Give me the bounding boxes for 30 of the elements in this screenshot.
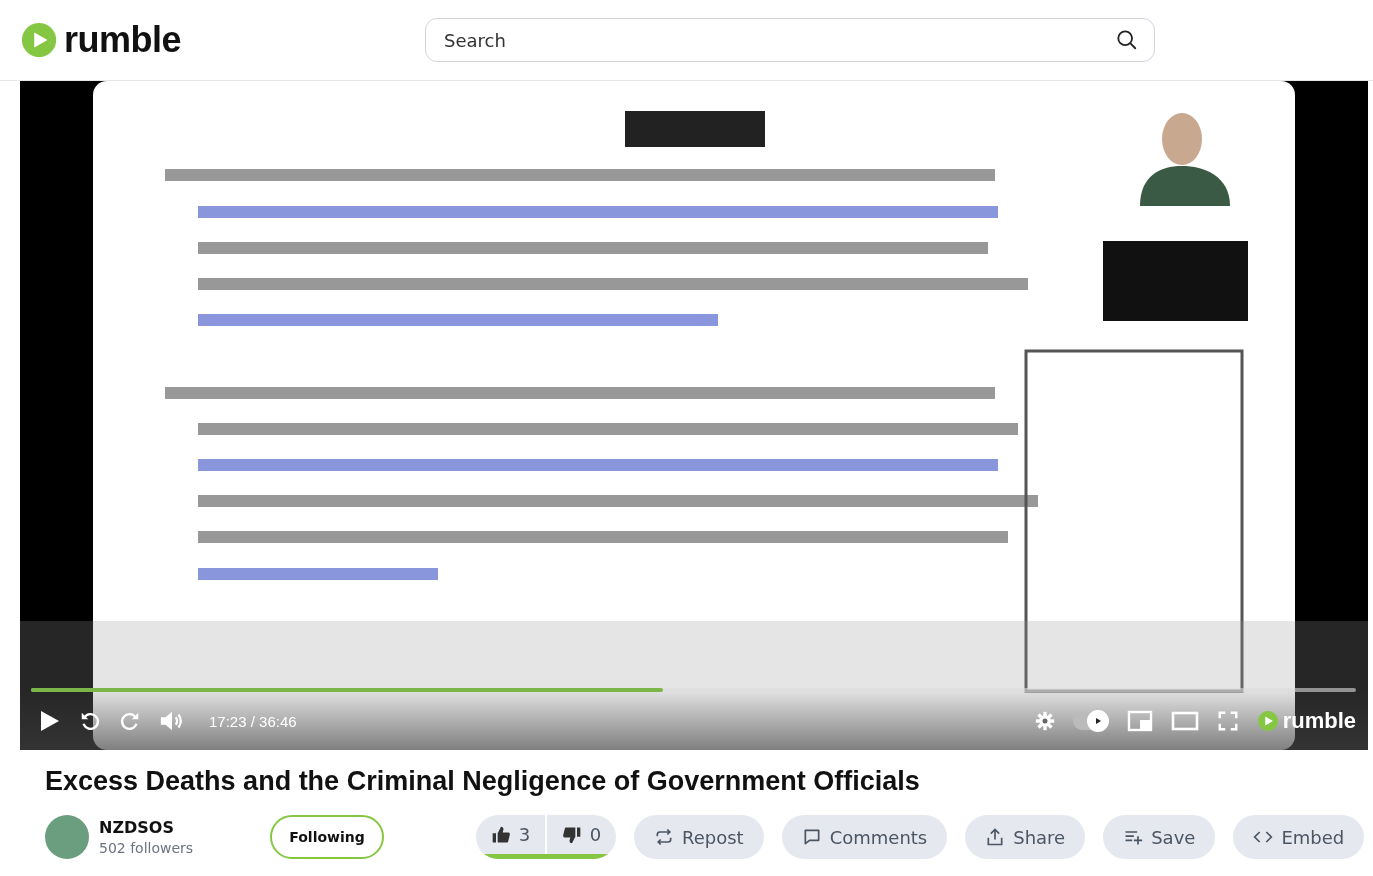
autoplay-toggle[interactable] [1072, 712, 1109, 730]
progress-bar[interactable] [31, 688, 1356, 692]
search-icon[interactable] [1116, 29, 1138, 51]
follower-count: 502 followers [99, 840, 194, 856]
follow-button[interactable]: Following [270, 815, 384, 859]
logo-text[interactable]: rumble [64, 19, 182, 61]
channel-name[interactable]: NZDSOS [99, 818, 194, 837]
miniplayer-icon[interactable] [1126, 710, 1153, 732]
rewind-icon[interactable] [79, 710, 101, 732]
embed-button[interactable]: Embed [1233, 815, 1365, 859]
fullscreen-icon[interactable] [1216, 710, 1239, 732]
repost-icon [654, 827, 674, 847]
like-button[interactable]: 3 [476, 815, 545, 854]
settings-icon[interactable] [1034, 711, 1055, 731]
logo-icon[interactable] [20, 21, 58, 59]
search-field[interactable]: Search [425, 18, 1155, 62]
avatar[interactable] [45, 815, 89, 859]
dislike-button[interactable]: 0 [547, 815, 616, 854]
comments-button[interactable]: Comments [781, 815, 948, 859]
share-button[interactable]: Share [965, 815, 1086, 859]
video-title: Excess Deaths and the Criminal Negligence of Government Officials [45, 766, 921, 797]
save-button[interactable]: Save [1103, 815, 1216, 859]
forward-icon[interactable] [119, 710, 141, 732]
share-icon [985, 827, 1006, 847]
logo-icon [1256, 710, 1279, 732]
repost-button[interactable]: Repost [634, 815, 764, 859]
volume-icon[interactable] [159, 709, 185, 733]
theater-mode-icon[interactable] [1170, 710, 1199, 732]
thumbs-up-icon [490, 824, 511, 845]
time-display: 17:23 / 36:46 [209, 712, 297, 730]
